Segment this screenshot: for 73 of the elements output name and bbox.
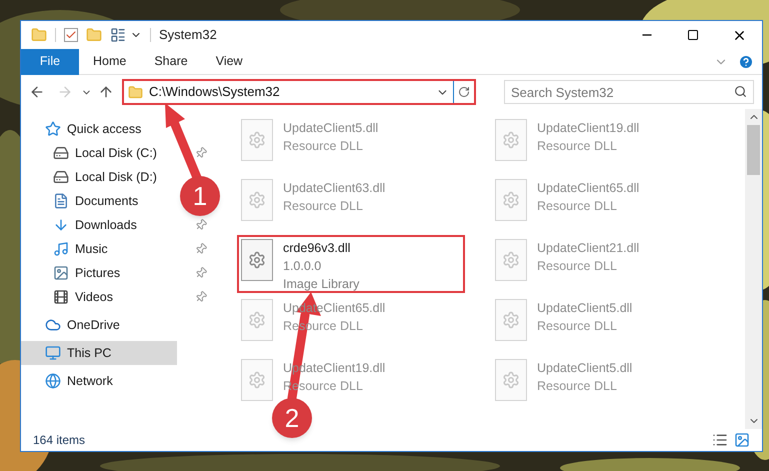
cloud-icon (45, 317, 61, 333)
refresh-icon (458, 86, 470, 98)
dll-file-icon[interactable] (495, 299, 527, 341)
dll-file-icon[interactable] (495, 239, 527, 281)
ribbon-tab[interactable]: Share (140, 48, 202, 74)
help-icon[interactable] (738, 54, 754, 70)
dll-file-icon[interactable] (495, 359, 527, 401)
dll-file-icon[interactable] (495, 119, 527, 161)
sidebar-item[interactable]: Quick access (21, 117, 148, 141)
dll-file-icon[interactable] (495, 179, 527, 221)
file-name: UpdateClient63.dll (283, 180, 386, 197)
file-name: UpdateClient65.dll (537, 180, 640, 197)
file-name: UpdateClient5.dll (537, 300, 632, 317)
properties-icon[interactable] (64, 28, 78, 42)
forward-icon[interactable] (57, 84, 73, 100)
download-icon (53, 217, 69, 233)
sidebar-item[interactable]: Local Disk (D:) (21, 165, 163, 189)
file-detail: Resource DLL (537, 258, 618, 275)
drive-icon (53, 145, 69, 161)
sidebar-item[interactable]: Pictures (21, 261, 126, 285)
film-icon (53, 289, 69, 305)
back-icon[interactable] (29, 84, 45, 100)
item-count: 164 items (33, 432, 86, 449)
star-icon (45, 121, 61, 137)
file-name: UpdateClient19.dll (537, 120, 640, 137)
sidebar-item[interactable]: Documents (21, 189, 144, 213)
file-name: UpdateClient21.dll (537, 240, 640, 257)
sidebar-item[interactable]: Local Disk (C:) (21, 141, 163, 165)
scrollbar[interactable] (745, 109, 762, 429)
file-detail: Resource DLL (283, 198, 364, 215)
new-folder-icon[interactable] (86, 27, 102, 43)
dll-file-icon[interactable] (241, 239, 273, 281)
folder-icon[interactable] (31, 27, 47, 43)
sidebar-item[interactable]: Music (21, 237, 114, 261)
file-detail: Resource DLL (537, 318, 618, 335)
file-detail: 1.0.0.0 (283, 258, 322, 275)
dll-file-icon[interactable] (241, 179, 273, 221)
picture-icon (53, 265, 69, 281)
address-field[interactable]: C:\Windows\System32 (124, 81, 454, 103)
folder-icon (128, 84, 143, 100)
view-options-icon[interactable] (110, 27, 126, 43)
globe-icon (45, 373, 61, 389)
file-name: crde96v3.dll (283, 240, 352, 257)
sidebar-item[interactable]: Downloads (21, 213, 143, 237)
file-detail: Resource DLL (283, 138, 364, 155)
sidebar-item[interactable]: OneDrive (21, 313, 126, 337)
large-icons-view-icon[interactable] (734, 432, 750, 448)
file-name: UpdateClient5.dll (537, 360, 632, 377)
file-name: UpdateClient5.dll (283, 120, 378, 137)
file-detail: Resource DLL (537, 198, 618, 215)
details-view-icon[interactable] (712, 432, 728, 448)
document-icon (53, 193, 69, 209)
sidebar-item[interactable]: Videos (21, 285, 119, 309)
dll-file-icon[interactable] (241, 299, 273, 341)
search-field[interactable]: Search System32 (504, 80, 754, 104)
sidebar-item[interactable]: This PC (21, 341, 177, 365)
up-icon[interactable] (98, 84, 114, 100)
drive-icon (53, 169, 69, 185)
search-icon[interactable] (734, 85, 747, 98)
file-tab[interactable]: File (21, 48, 79, 74)
dll-file-icon[interactable] (241, 119, 273, 161)
window-title: System32 (159, 26, 217, 44)
monitor-icon (45, 345, 61, 361)
file-detail: Resource DLL (537, 138, 618, 155)
sidebar-item[interactable]: Network (21, 369, 119, 393)
ribbon-tab[interactable]: Home (79, 48, 140, 74)
file-detail: Image Library (283, 276, 360, 293)
dll-file-icon[interactable] (241, 359, 273, 401)
music-note-icon (53, 241, 69, 257)
scroll-thumb[interactable] (747, 125, 760, 175)
maximize-icon (687, 29, 699, 41)
file-detail: Resource DLL (537, 378, 618, 395)
ribbon-tab[interactable]: View (202, 48, 257, 74)
